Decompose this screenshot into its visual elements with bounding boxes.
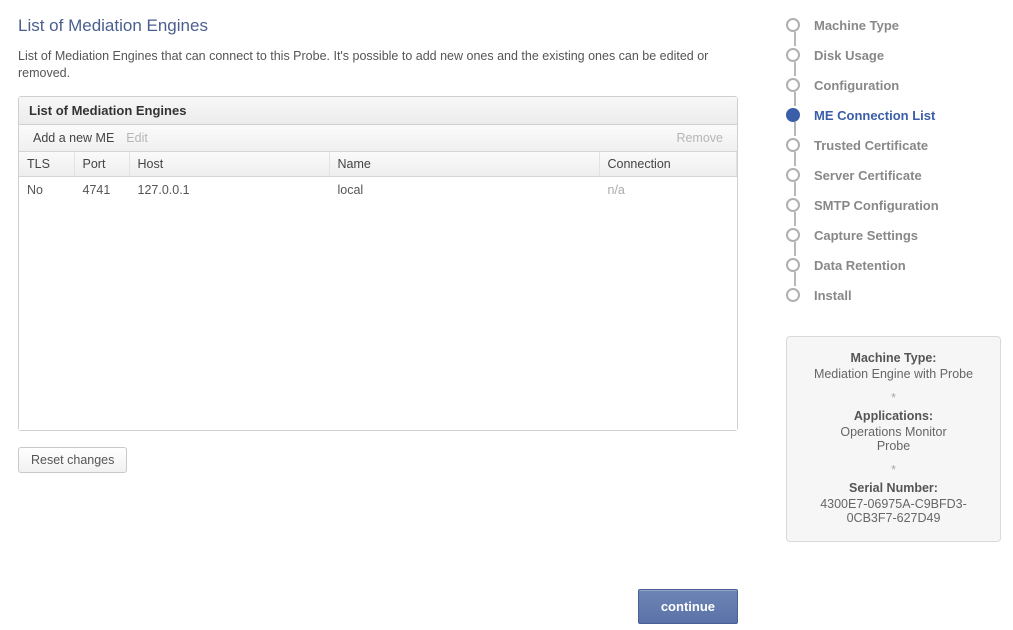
step-dot-icon (786, 18, 800, 32)
step-dot-icon (786, 288, 800, 302)
cell-connection: n/a (599, 177, 737, 203)
info-serial-value: 4300E7-06975A-C9BFD3- (795, 497, 992, 511)
step-label: Trusted Certificate (814, 138, 928, 153)
info-applications-label: Applications: (795, 409, 992, 423)
cell-name: local (329, 177, 599, 203)
col-host[interactable]: Host (129, 152, 329, 177)
step-label: Machine Type (814, 18, 899, 33)
cell-port: 4741 (74, 177, 129, 203)
step-dot-icon (786, 138, 800, 152)
wizard-stepper: Machine Type Disk Usage Configuration ME… (786, 10, 1001, 310)
info-serial-label: Serial Number: (795, 481, 992, 495)
col-connection[interactable]: Connection (599, 152, 737, 177)
step-label: Install (814, 288, 852, 303)
step-dot-icon (786, 198, 800, 212)
step-capture-settings[interactable]: Capture Settings (786, 220, 1001, 250)
summary-box: Machine Type: Mediation Engine with Prob… (786, 336, 1001, 542)
panel-title: List of Mediation Engines (19, 97, 737, 125)
step-install[interactable]: Install (786, 280, 1001, 310)
step-dot-icon (786, 168, 800, 182)
me-table: TLS Port Host Name Connection (19, 152, 737, 177)
step-label: Configuration (814, 78, 899, 93)
edit-me-button[interactable]: Edit (120, 129, 154, 147)
col-name[interactable]: Name (329, 152, 599, 177)
step-me-connection-list[interactable]: ME Connection List (786, 100, 1001, 130)
add-me-button[interactable]: Add a new ME (27, 129, 120, 147)
info-machine-type-value: Mediation Engine with Probe (814, 367, 973, 381)
step-smtp-configuration[interactable]: SMTP Configuration (786, 190, 1001, 220)
step-dot-icon (786, 48, 800, 62)
step-label: Server Certificate (814, 168, 922, 183)
step-data-retention[interactable]: Data Retention (786, 250, 1001, 280)
info-machine-type-label: Machine Type: (795, 351, 992, 365)
step-dot-icon (786, 108, 800, 122)
cell-host: 127.0.0.1 (129, 177, 329, 203)
reset-button[interactable]: Reset changes (18, 447, 127, 473)
separator-icon: * (795, 463, 992, 477)
step-trusted-certificate[interactable]: Trusted Certificate (786, 130, 1001, 160)
step-label: Disk Usage (814, 48, 884, 63)
step-dot-icon (786, 78, 800, 92)
step-disk-usage[interactable]: Disk Usage (786, 40, 1001, 70)
step-configuration[interactable]: Configuration (786, 70, 1001, 100)
info-applications-value: Operations Monitor (795, 425, 992, 439)
col-port[interactable]: Port (74, 152, 129, 177)
separator-icon: * (795, 391, 992, 405)
cell-tls: No (19, 177, 74, 203)
col-tls[interactable]: TLS (19, 152, 74, 177)
step-machine-type[interactable]: Machine Type (786, 10, 1001, 40)
page-description: List of Mediation Engines that can conne… (18, 48, 738, 82)
step-server-certificate[interactable]: Server Certificate (786, 160, 1001, 190)
info-applications-value: Probe (795, 439, 992, 453)
step-dot-icon (786, 258, 800, 272)
me-list-panel: List of Mediation Engines Add a new ME E… (18, 96, 738, 431)
step-dot-icon (786, 228, 800, 242)
panel-toolbar: Add a new ME Edit Remove (19, 125, 737, 152)
page-title: List of Mediation Engines (18, 16, 760, 36)
remove-me-button[interactable]: Remove (670, 129, 729, 147)
step-label: Capture Settings (814, 228, 918, 243)
continue-button[interactable]: continue (638, 589, 738, 624)
info-serial-value: 0CB3F7-627D49 (795, 511, 992, 525)
step-label: SMTP Configuration (814, 198, 939, 213)
table-row[interactable]: No 4741 127.0.0.1 local n/a (19, 177, 737, 203)
step-label: Data Retention (814, 258, 906, 273)
step-label: ME Connection List (814, 108, 935, 123)
